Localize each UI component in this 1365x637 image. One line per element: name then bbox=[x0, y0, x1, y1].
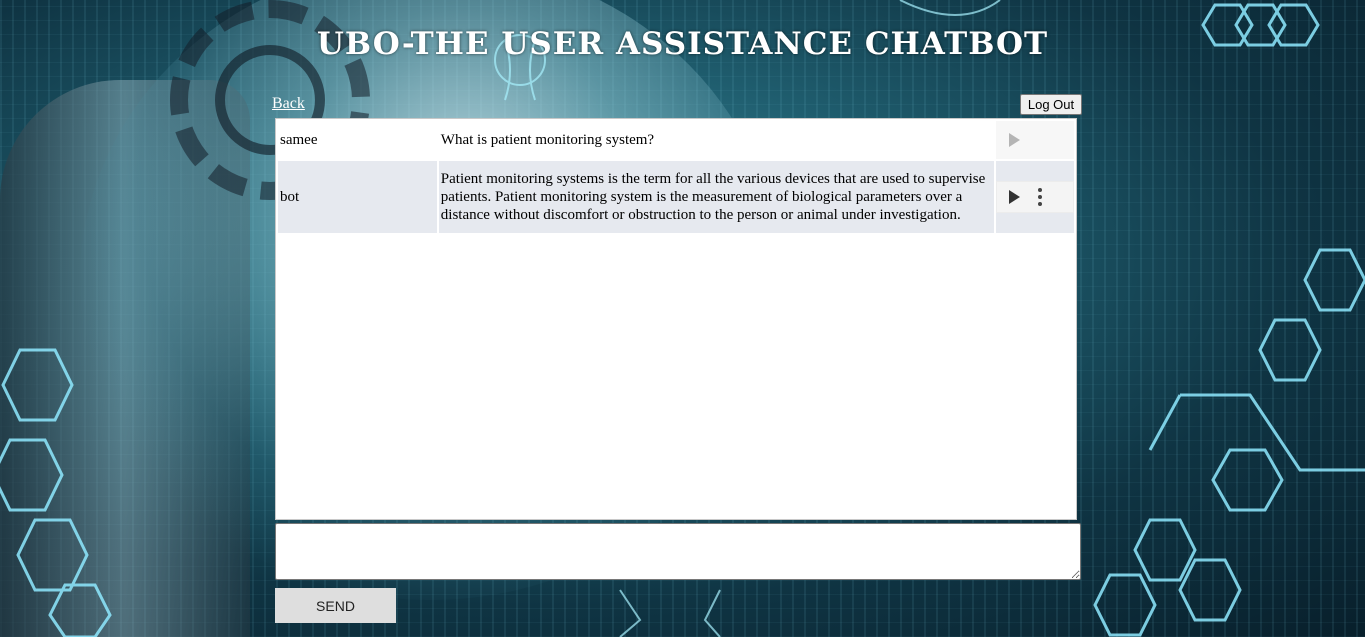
message-input[interactable] bbox=[275, 523, 1081, 580]
send-button[interactable]: SEND bbox=[275, 588, 396, 623]
play-icon[interactable] bbox=[1008, 190, 1020, 204]
chat-message-row-bot: bot Patient monitoring systems is the te… bbox=[278, 161, 1074, 233]
message-sender: bot bbox=[278, 161, 437, 233]
chat-messages-table: samee What is patient monitoring system?… bbox=[276, 119, 1076, 235]
message-text: Patient monitoring systems is the term f… bbox=[438, 161, 994, 233]
background-robot-arm bbox=[0, 80, 250, 637]
audio-player[interactable] bbox=[995, 161, 1074, 233]
chat-history-panel[interactable]: samee What is patient monitoring system?… bbox=[275, 118, 1077, 520]
message-text: What is patient monitoring system? bbox=[438, 121, 994, 159]
page-title: UBO-THE USER ASSISTANCE CHATBOT bbox=[316, 26, 1049, 62]
audio-controls[interactable] bbox=[995, 181, 1074, 213]
more-vertical-icon[interactable] bbox=[1037, 188, 1042, 206]
message-sender: samee bbox=[278, 121, 437, 159]
logout-button[interactable]: Log Out bbox=[1020, 94, 1082, 115]
play-icon[interactable] bbox=[1008, 133, 1020, 147]
back-link[interactable]: Back bbox=[272, 95, 305, 113]
audio-player[interactable] bbox=[995, 121, 1074, 159]
chat-message-row-user: samee What is patient monitoring system? bbox=[278, 121, 1074, 159]
audio-controls[interactable] bbox=[995, 124, 1074, 156]
